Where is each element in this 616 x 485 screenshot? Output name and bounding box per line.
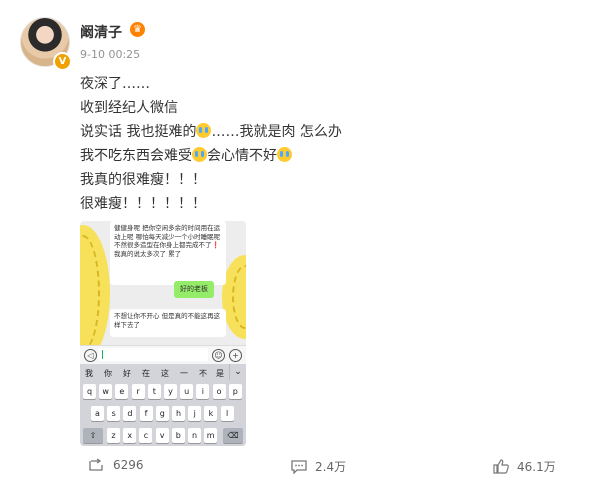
post-line-6: 很难瘦！！！！！！ bbox=[80, 196, 206, 212]
sticker-left bbox=[80, 225, 110, 361]
wechat-screenshot-image[interactable]: 健健身呢 把你空闲多余的时间用在运动上呢 哪怕每天减少一个小时睡眠呢 不然很多造… bbox=[80, 221, 246, 446]
keyboard-key: t bbox=[147, 384, 161, 399]
comment-count: 2.4万 bbox=[315, 460, 347, 474]
keyboard-key: a bbox=[91, 406, 104, 421]
plus-icon: + bbox=[229, 349, 242, 362]
repost-count: 6296 bbox=[113, 458, 144, 472]
chat-input-bar: ◁ ☺ + bbox=[80, 345, 246, 364]
crown-icon: ♛ bbox=[130, 22, 145, 37]
keyboard-key: u bbox=[180, 384, 194, 399]
keyboard-key: z bbox=[107, 428, 120, 443]
like-count: 46.1万 bbox=[517, 460, 556, 474]
keyboard-key: k bbox=[204, 406, 218, 421]
text-cursor bbox=[102, 350, 103, 359]
emoji-icon: ☺ bbox=[212, 349, 225, 362]
keyboard-key: y bbox=[164, 384, 177, 399]
repost-icon bbox=[89, 458, 103, 471]
keyboard-key: q bbox=[83, 384, 96, 399]
crying-emoji-icon bbox=[196, 123, 212, 138]
verified-badge-icon: V bbox=[53, 52, 72, 71]
like-icon bbox=[493, 459, 509, 474]
candidate: 我 bbox=[85, 369, 93, 378]
candidate: 在 bbox=[142, 369, 150, 378]
candidate: 是 bbox=[216, 369, 224, 378]
voice-icon: ◁ bbox=[84, 349, 97, 362]
crying-emoji-icon bbox=[192, 147, 207, 162]
keyboard-key: h bbox=[172, 406, 185, 421]
keyboard: 我 你 好 在 这 一 不 是 ⌄ qwertyuiop asdfghjkl zxc… bbox=[80, 364, 246, 446]
keyboard-key: n bbox=[188, 428, 201, 443]
keyboard-key: o bbox=[212, 384, 226, 399]
candidate: 一 bbox=[180, 369, 188, 378]
keyboard-key: e bbox=[115, 384, 129, 399]
keyboard-key: l bbox=[220, 406, 234, 421]
like-button[interactable]: 46.1万 bbox=[493, 458, 556, 475]
chevron-down-icon: ⌄ bbox=[229, 364, 246, 380]
author-name[interactable]: 阚清子 bbox=[80, 22, 122, 42]
candidate: 这 bbox=[161, 369, 169, 378]
post-line-2: 收到经纪人微信 bbox=[80, 100, 178, 116]
shift-key-icon: ⇧ bbox=[83, 428, 103, 443]
candidate: 好 bbox=[123, 369, 131, 378]
candidate: 不 bbox=[199, 369, 207, 378]
keyboard-key: p bbox=[228, 384, 242, 399]
candidate-bar: 我 你 好 在 这 一 不 是 ⌄ bbox=[80, 364, 246, 380]
post-line-3a: 说实话 我也挺难的 bbox=[80, 124, 197, 140]
keyboard-key: x bbox=[123, 428, 137, 443]
keyboard-key: f bbox=[139, 406, 153, 421]
keyboard-key: c bbox=[139, 428, 153, 443]
keyboard-key: b bbox=[171, 428, 185, 443]
keyboard-key: r bbox=[131, 384, 145, 399]
crying-emoji-icon bbox=[277, 147, 292, 162]
keyboard-key: j bbox=[188, 406, 202, 421]
comment-icon bbox=[291, 460, 307, 474]
candidate: 你 bbox=[104, 369, 112, 378]
post-line-5: 我真的很难瘦！！！ bbox=[80, 172, 206, 188]
post-line-4: 我不吃东西会难受 会心情不好 bbox=[80, 145, 292, 165]
keyboard-key: v bbox=[155, 428, 169, 443]
post-line-4b: 会心情不好 bbox=[207, 148, 277, 164]
repost-button[interactable]: 6296 bbox=[89, 458, 144, 472]
keyboard-key: d bbox=[123, 406, 137, 421]
keyboard-key: i bbox=[196, 384, 210, 399]
chat-input-field bbox=[98, 348, 208, 361]
post-time[interactable]: 9-10 00:25 bbox=[80, 48, 140, 61]
chat-bubble-agent-2: 不想让你不开心 但是真的不能这再这样下去了 bbox=[110, 309, 226, 337]
backspace-key-icon: ⌫ bbox=[223, 428, 243, 443]
chat-bubble-reply: 好的老板 bbox=[174, 281, 214, 298]
chat-bubble-agent: 健健身呢 把你空闲多余的时间用在运动上呢 哪怕每天减少一个小时睡眠呢 不然很多造… bbox=[110, 221, 226, 285]
keyboard-key: m bbox=[204, 428, 218, 443]
keyboard-key: s bbox=[107, 406, 121, 421]
keyboard-key: g bbox=[155, 406, 169, 421]
comment-button[interactable]: 2.4万 bbox=[291, 458, 346, 475]
post-line-4a: 我不吃东西会难受 bbox=[80, 148, 192, 164]
post-line-3: 说实话 我也挺难的 ……我就是肉 怎么办 bbox=[80, 121, 342, 141]
post-line-1: 夜深了…… bbox=[80, 76, 150, 92]
post-line-3b: ……我就是肉 怎么办 bbox=[211, 124, 342, 140]
keyboard-key: w bbox=[99, 384, 113, 399]
